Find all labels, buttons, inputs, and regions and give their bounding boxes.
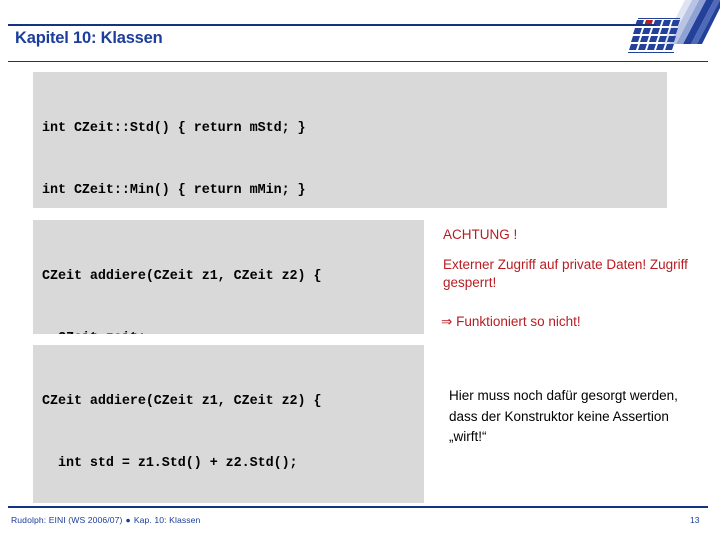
footer-text: Rudolph: EINI (WS 2006/07) ● Kap. 10: Klas…: [11, 515, 200, 525]
footer-rule: [8, 506, 708, 508]
double-arrow-icon: ⇒: [441, 314, 453, 329]
footer-page-number: 13: [690, 515, 700, 525]
code-line: int CZeit::Min() { return mMin; }: [42, 182, 306, 198]
code-line: CZeit addiere(CZeit z1, CZeit z2) {: [42, 393, 322, 409]
code-line: int CZeit::Std() { return mStd; }: [42, 120, 306, 136]
note-conclusion: ⇒ Funktioniert so nicht!: [441, 313, 711, 331]
title-rule-bottom: [8, 61, 708, 62]
footer-author-course: Rudolph: EINI (WS 2006/07): [11, 515, 123, 525]
code-line: CZeit zeit;: [33, 329, 424, 334]
footer-bullet-icon: ●: [125, 515, 131, 525]
note-constructor-assertion: Hier muss noch dafür gesorgt werden, das…: [449, 388, 678, 444]
code-block-accessors: int CZeit::Std() { return mStd; } int CZ…: [33, 72, 667, 208]
note-achtung: ACHTUNG !: [443, 227, 518, 242]
title-rule-top: [8, 24, 656, 26]
footer-chapter: Kap. 10: Klassen: [133, 515, 201, 525]
note-conclusion-text: Funktioniert so nicht!: [456, 314, 581, 329]
page-title: Kapitel 10: Klassen: [15, 29, 163, 47]
code-block-addiere-direct-access: CZeit addiere(CZeit z1, CZeit z2) { CZei…: [33, 220, 424, 334]
code-line: int std = z1.Std() + z2.Std();: [42, 455, 298, 471]
university-grid-logo: [628, 0, 720, 62]
code-line: CZeit addiere(CZeit z1, CZeit z2) {: [42, 268, 322, 284]
code-block-addiere-accessors: CZeit addiere(CZeit z1, CZeit z2) { int …: [33, 345, 424, 503]
note-external-access: Externer Zugriff auf private Daten! Zugr…: [443, 257, 688, 290]
